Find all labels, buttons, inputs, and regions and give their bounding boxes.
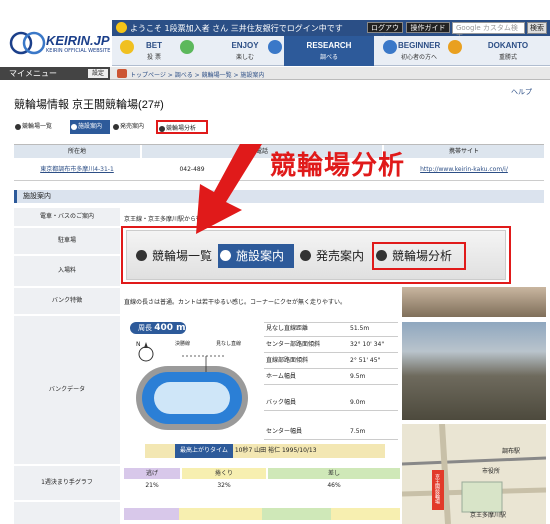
logo-text: KEIRIN.JP — [46, 33, 110, 48]
stat-sashi: 差し 46% — [268, 468, 400, 498]
tab-sales[interactable]: 発売案内 — [112, 120, 154, 134]
row-value-bank-feature: 直線の長さは普通。カントは若干ゆるい感じ。コーナーにクセが無く走りやすい。 — [124, 299, 347, 306]
map-label: 京王多摩川駅 — [470, 512, 507, 519]
bullet-icon — [113, 124, 119, 130]
bank-data-value: 9.5m — [350, 373, 366, 380]
bank-data-value: 32° 10' 34" — [350, 341, 385, 348]
divider — [264, 410, 398, 411]
zoom-tab-analysis[interactable]: 競輪場分析 — [372, 242, 466, 270]
search-input[interactable]: Google カスタム検索 — [452, 22, 525, 42]
bullet-icon — [300, 250, 311, 261]
guide-button[interactable]: 操作ガイド — [406, 22, 450, 33]
settings-button[interactable]: 設定 — [88, 69, 108, 78]
map-drawing — [401, 423, 547, 524]
page-title: 競輪場情報 京王閣競輪場(27#) — [14, 99, 164, 111]
tab-analysis[interactable]: 競輪場分析 — [156, 120, 208, 134]
bank-data-label: センター幅員 — [266, 428, 303, 435]
row-label-admission: 入場料 — [14, 256, 120, 286]
bullet-icon — [15, 124, 21, 130]
track-diagram — [136, 342, 248, 430]
user-icon — [116, 22, 127, 33]
straight-label: 見なし直線 — [216, 341, 242, 347]
nav-research[interactable]: RESEARCH 調べる — [284, 36, 374, 66]
logo-mark-icon — [9, 31, 46, 55]
map-label: 市役所 — [482, 468, 501, 475]
beginner-icon — [383, 40, 397, 54]
welcome-message: ようこそ 1段票加入者 さん 三井住友銀行でログイン中です — [130, 24, 343, 33]
logo-subtext: KEIRIN OFFICIAL WEBSITE — [46, 48, 111, 54]
bank-data-label: ホーム幅員 — [266, 373, 296, 380]
nav-beginner[interactable]: BEGINNER 初心者の方へ — [398, 36, 440, 66]
divider — [264, 439, 398, 440]
tab-facility[interactable]: 施設案内 — [70, 120, 110, 134]
best-time-bar: 最高上がりタイム 10秒7 山田 裕仁 1995/10/13 — [145, 444, 385, 458]
access-map[interactable]: 調布駅 市役所 京王多摩川駅 京王閣競輪場 — [401, 423, 547, 524]
divider — [264, 384, 398, 385]
stats-bar-next — [124, 508, 400, 520]
divider — [264, 352, 398, 353]
bank-data-label: バック幅員 — [266, 399, 297, 406]
breadcrumb[interactable]: トップページ > 調べる > 競輪場一覧 > 施設案内 — [130, 70, 264, 79]
north-label: N — [136, 341, 141, 348]
stadium-photo — [402, 322, 546, 420]
map-label: 京王閣競輪場 — [434, 474, 440, 504]
bank-data-label: 直線部路面傾斜 — [266, 357, 309, 364]
stat-nige: 逃げ 21% — [124, 468, 180, 498]
bank-data-value: 7.5m — [350, 428, 366, 435]
bank-data-label: 見なし直線距離 — [266, 325, 309, 332]
divider — [264, 336, 398, 337]
info-header-mobile: 携帯サイト — [384, 145, 544, 158]
best-time-value: 10秒7 山田 裕仁 1995/10/13 — [234, 447, 317, 454]
row-label-extra — [14, 502, 120, 524]
zoom-tab-facility[interactable]: 施設案内 — [218, 244, 294, 268]
logout-button[interactable]: ログアウト — [367, 22, 403, 43]
bet-icon — [120, 40, 134, 54]
row-label-transport: 電車・バスのご案内 — [14, 208, 120, 226]
bank-data-value: 51.5m — [350, 325, 370, 332]
bullet-icon — [159, 126, 165, 132]
enjoy-icon — [180, 40, 194, 54]
best-time-label: 最高上がりタイム — [175, 444, 233, 458]
help-link[interactable]: ヘルプ — [511, 87, 532, 97]
bullet-icon — [71, 124, 77, 130]
stadium-photo-top — [402, 287, 546, 317]
mobile-site-link[interactable]: http://www.keirin-kaku.com/i/ — [384, 163, 544, 177]
bank-data-label: センター部路面傾斜 — [266, 341, 321, 348]
nav-enjoy[interactable]: ENJOY 楽しむ — [225, 36, 265, 66]
nav-bet[interactable]: BET 投 票 — [134, 36, 174, 66]
nav-dokanto[interactable]: DOKANTO 重勝式 — [484, 36, 532, 66]
bullet-icon — [136, 250, 147, 261]
annotation-text: 競輪場分析 — [270, 151, 406, 181]
track-length-badge: 周長 400 m — [130, 322, 186, 334]
divider — [264, 368, 398, 369]
dokanto-icon — [448, 40, 462, 54]
bank-data-value: 9.0m — [350, 399, 366, 406]
bank-data-value: 2° 51' 45" — [350, 357, 381, 364]
bicycle-icon — [117, 69, 127, 78]
row-label-parking: 駐車場 — [14, 228, 120, 254]
finish-line-label: 決勝線 — [175, 341, 191, 347]
search-button[interactable]: 検索 — [527, 22, 547, 34]
row-label-bank-data: バンクデータ — [14, 316, 120, 464]
address-link[interactable]: 東京都調布市多摩川4-31-1 — [14, 163, 140, 177]
row-label-bank-feature: バンク特徴 — [14, 288, 120, 314]
keirin-logo[interactable]: KEIRIN.JP KEIRIN OFFICIAL WEBSITE — [6, 25, 111, 61]
tab-stadium-list[interactable]: 競輪場一覧 — [14, 120, 70, 134]
info-header-address: 所在地 — [14, 145, 140, 158]
zoom-tab-stadium-list[interactable]: 競輪場一覧 — [134, 244, 216, 268]
bullet-icon — [220, 250, 231, 261]
row-label-kimarite-graph: 1週決まり手グラフ — [14, 466, 120, 500]
bullet-icon — [376, 250, 387, 261]
zoom-tab-sales[interactable]: 発売案内 — [298, 244, 368, 268]
research-icon — [268, 40, 282, 54]
page: { "header": { "logo_text": "KEIRIN.JP", … — [0, 0, 550, 524]
stat-makuri: 捲くり 32% — [182, 468, 266, 498]
map-label: 調布駅 — [502, 448, 521, 455]
